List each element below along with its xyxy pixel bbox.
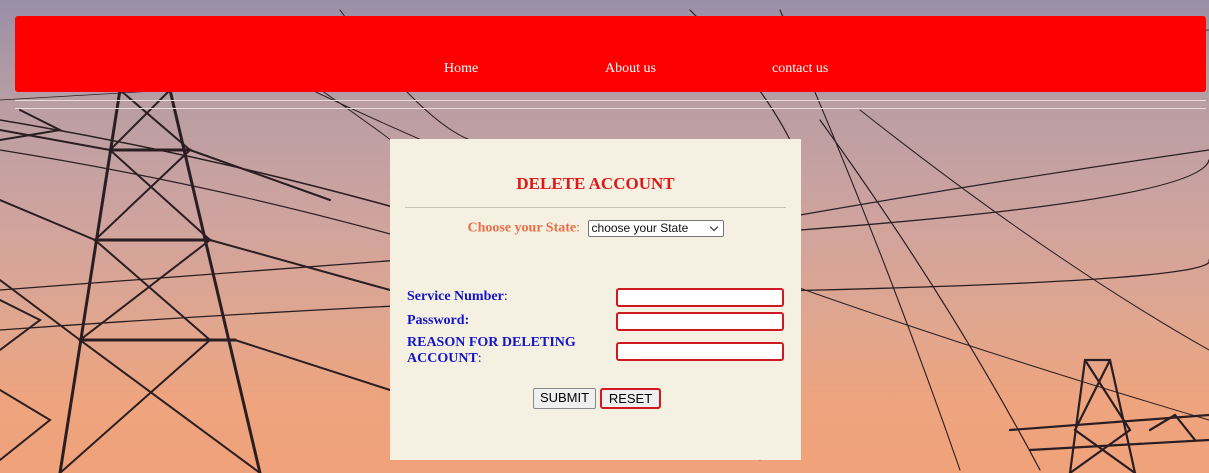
reason-label: REASON FOR DELETING ACCOUNT: xyxy=(407,335,576,367)
service-number-label: Service Number: xyxy=(407,289,508,305)
submit-button[interactable]: SUBMIT xyxy=(533,388,596,409)
state-select[interactable]: choose your State xyxy=(587,220,724,237)
header-divider-top xyxy=(15,100,1206,101)
reason-label-line2: ACCOUNT xyxy=(407,351,478,366)
delete-account-form: DELETE ACCOUNT Choose your State: choose… xyxy=(390,139,801,460)
password-label-colon: : xyxy=(464,313,470,328)
state-select-value: choose your State xyxy=(591,221,689,235)
reason-input[interactable] xyxy=(616,342,784,361)
service-number-label-colon: : xyxy=(503,289,508,304)
form-title: DELETE ACCOUNT xyxy=(516,174,675,193)
password-label-text: Password xyxy=(407,313,465,328)
nav-link-contact-us[interactable]: contact us xyxy=(772,61,828,77)
nav-link-home[interactable]: Home xyxy=(444,61,478,77)
state-label-colon: : xyxy=(576,220,581,236)
header-divider-bottom xyxy=(15,108,1206,109)
reset-button[interactable]: RESET xyxy=(600,388,661,409)
service-number-input[interactable] xyxy=(616,288,784,307)
password-input[interactable] xyxy=(616,312,784,331)
state-label: Choose your State xyxy=(467,220,577,236)
password-label: Password: xyxy=(407,313,469,329)
form-divider xyxy=(405,207,786,208)
reason-label-colon: : xyxy=(477,351,482,366)
state-row: Choose your State: choose your State xyxy=(390,220,801,237)
chevron-down-icon xyxy=(709,222,718,232)
reason-label-line1: REASON FOR DELETING xyxy=(407,335,576,350)
service-number-label-text: Service Number xyxy=(407,289,504,304)
nav-link-about-us[interactable]: About us xyxy=(605,61,656,77)
header-bar: Home About us contact us xyxy=(15,16,1206,92)
